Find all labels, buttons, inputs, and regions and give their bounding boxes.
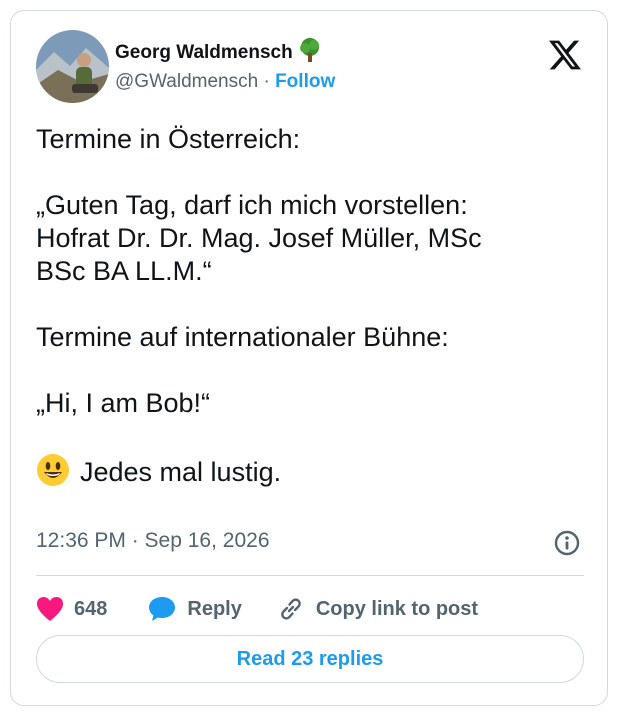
tweet-line: „Hi, I am Bob!“ bbox=[36, 388, 211, 418]
avatar[interactable] bbox=[36, 30, 109, 103]
tweet-line: BSc BA LL.M.“ bbox=[36, 256, 212, 286]
tweet-line-last: Jedes mal lustig. bbox=[36, 453, 591, 489]
copy-link-button[interactable]: Copy link to post bbox=[276, 594, 478, 624]
read-replies-label: Read 23 replies bbox=[236, 647, 384, 670]
timestamp[interactable]: 12:36 PM · Sep 16, 2026 bbox=[36, 529, 270, 553]
copy-link-label: Copy link to post bbox=[315, 597, 479, 620]
reply-label: Reply bbox=[187, 597, 242, 620]
reply-button[interactable]: Reply bbox=[147, 595, 242, 623]
tweet-line: Termine auf internationaler Bühne: bbox=[36, 322, 449, 352]
divider bbox=[36, 575, 584, 576]
tweet-line: Termine in Österreich: bbox=[36, 124, 301, 154]
x-logo-icon[interactable] bbox=[549, 39, 581, 71]
tweet-line: Jedes mal lustig. bbox=[80, 457, 282, 487]
author-name[interactable]: Georg Waldmensch bbox=[115, 42, 293, 64]
tree-icon bbox=[299, 38, 321, 67]
heart-icon bbox=[37, 597, 63, 621]
like-count: 648 bbox=[74, 597, 108, 620]
like-button[interactable]: 648 bbox=[36, 596, 107, 622]
grinning-face-icon bbox=[36, 453, 70, 487]
link-icon bbox=[280, 598, 301, 620]
action-bar: 648 Reply Copy link to post bbox=[36, 589, 478, 629]
handle-separator: · bbox=[263, 71, 270, 92]
tweet-text: Termine in Österreich: „Guten Tag, darf … bbox=[36, 123, 591, 489]
tweet-line: Hofrat Dr. Dr. Mag. Josef Müller, MSc bbox=[36, 223, 482, 253]
tweet-line: „Guten Tag, darf ich mich vorstellen: bbox=[36, 190, 468, 220]
author-handle[interactable]: @GWaldmensch bbox=[115, 71, 258, 92]
read-replies-button[interactable]: Read 23 replies bbox=[36, 635, 584, 683]
reply-icon bbox=[149, 597, 176, 621]
tweet-card: Georg Waldmensch @GWaldmensch · Follow T… bbox=[10, 10, 608, 706]
info-icon[interactable] bbox=[553, 529, 581, 557]
follow-button[interactable]: Follow bbox=[275, 71, 335, 92]
